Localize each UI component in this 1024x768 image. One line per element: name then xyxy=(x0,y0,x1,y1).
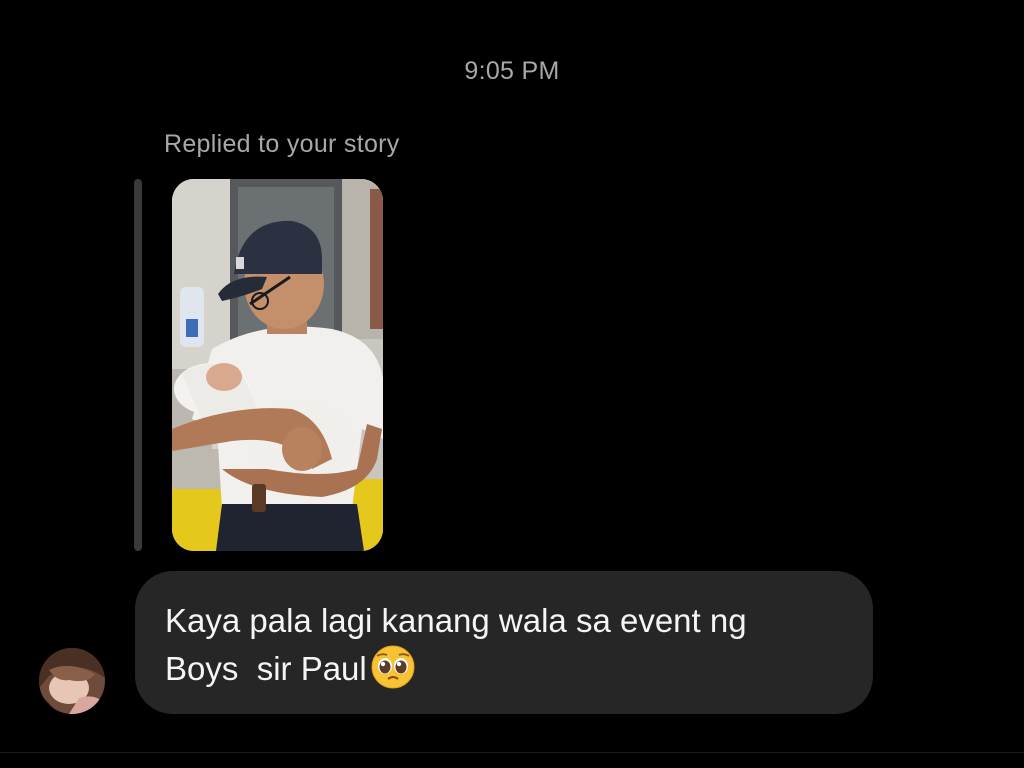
chat-screen: 9:05 PM Replied to your story Kaya pala … xyxy=(0,0,1024,768)
avatar-photo xyxy=(39,648,105,714)
bottom-divider xyxy=(0,752,1024,753)
story-reply-label: Replied to your story xyxy=(164,130,400,158)
message-bubble[interactable]: Kaya pala lagi kanang wala sa event ng B… xyxy=(135,571,873,714)
story-photo xyxy=(172,179,383,551)
message-text: Kaya pala lagi kanang wala sa event ng B… xyxy=(165,597,843,702)
story-thumbnail[interactable] xyxy=(172,179,383,551)
message-timestamp: 9:05 PM xyxy=(464,57,560,85)
message-text-content: Kaya pala lagi kanang wala sa event ng B… xyxy=(165,602,747,687)
sender-avatar[interactable] xyxy=(39,648,105,714)
pleading-face-emoji-icon xyxy=(371,645,415,702)
reply-indicator-bar xyxy=(134,179,142,551)
